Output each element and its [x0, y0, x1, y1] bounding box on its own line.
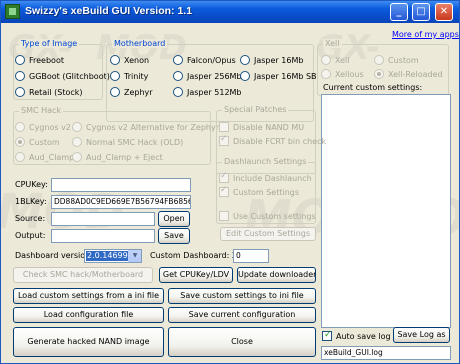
smc-hack-title: SMC Hack: [19, 106, 64, 115]
update-downloader-button[interactable]: Update downloader: [237, 267, 316, 283]
radio-jasper-512mb[interactable]: Jasper 512Mb: [173, 87, 242, 98]
radio-falcon-opus[interactable]: Falcon/Opus: [173, 55, 236, 66]
checkbox-mark-checked: [219, 134, 229, 146]
radio-mark: [72, 122, 82, 132]
more-apps-link[interactable]: More of my apps: [392, 30, 459, 39]
checkbox-mark-checked: ✓: [322, 330, 332, 341]
radio-mark: [321, 55, 331, 65]
radio-retail[interactable]: Retail (Stock): [15, 87, 83, 98]
radio-trinity[interactable]: Trinity: [110, 71, 148, 82]
get-cpukey-button[interactable]: Get CPUKey/LDV: [159, 267, 233, 283]
radio-mark: [72, 137, 82, 147]
save-config-button[interactable]: Save current configuration: [168, 307, 316, 323]
xell-title: Xell: [323, 39, 342, 48]
radio-mark: [15, 152, 25, 162]
title-bar[interactable]: Swizzy's xeBuild GUI Version: 1.1 _ □ ✕: [1, 1, 459, 23]
cpukey-input[interactable]: [51, 178, 191, 192]
custom-dashboard-input[interactable]: 0: [233, 249, 269, 263]
radio-mark: [240, 71, 250, 81]
radio-aud-clamp[interactable]: Aud_Clamp: [15, 152, 74, 163]
radio-mark: [173, 87, 183, 97]
source-label: Source:: [15, 214, 46, 223]
load-ini-button[interactable]: Load custom settings from a ini file: [13, 288, 164, 304]
save-button[interactable]: Save: [158, 228, 190, 244]
radio-mark: [15, 71, 25, 81]
log-file-input[interactable]: xeBuild_GUI.log: [321, 346, 451, 360]
dashboard-version-value: 2.0.14699.0: [86, 251, 136, 261]
radio-cygnos-v2-alt[interactable]: Cygnos v2 Alternative for Zephyr: [72, 122, 219, 133]
checkbox-disable-nand-mu[interactable]: Disable NAND MU: [219, 122, 304, 133]
radio-smc-custom[interactable]: Custom: [15, 137, 60, 148]
source-input[interactable]: [51, 212, 155, 226]
radio-xell-custom[interactable]: Custom: [374, 55, 419, 66]
chevron-down-icon[interactable]: ▼: [128, 250, 141, 262]
radio-xellous[interactable]: Xellous: [321, 69, 364, 80]
cpukey-label: CPUKey:: [15, 180, 48, 189]
radio-mark: [173, 71, 183, 81]
radio-mark: [374, 55, 384, 65]
window-title: Swizzy's xeBuild GUI Version: 1.1: [25, 5, 193, 17]
output-label: Output:: [15, 231, 46, 240]
radio-mark-selected: [15, 137, 25, 147]
1blkey-input[interactable]: DD88AD0C9ED669E7B56794FB68563EFA: [51, 195, 191, 209]
save-log-button[interactable]: Save Log as: [393, 327, 450, 343]
checkbox-custom-settings[interactable]: Custom Settings: [219, 185, 299, 198]
radio-cygnos-v2[interactable]: Cygnos v2: [15, 122, 71, 133]
1blkey-label: 1BLKey:: [15, 197, 47, 206]
radio-aud-clamp-eject[interactable]: Aud_Clamp + Eject: [72, 152, 163, 163]
radio-freeboot[interactable]: Freeboot: [15, 55, 64, 66]
close-button[interactable]: Close: [168, 327, 316, 357]
checkbox-mark: [219, 122, 229, 132]
radio-jasper-16mb[interactable]: Jasper 16Mb: [240, 55, 303, 66]
radio-mark: [110, 71, 120, 81]
generate-nand-button[interactable]: Generate hacked NAND image: [13, 327, 164, 357]
dashboard-version-label: Dashboard version:: [15, 251, 93, 260]
special-patches-title: Special Patches: [222, 105, 289, 114]
close-window-button[interactable]: ✕: [435, 3, 453, 21]
output-input[interactable]: [51, 229, 155, 243]
maximize-button[interactable]: □: [412, 3, 430, 21]
current-settings-label: Current custom settings:: [323, 83, 423, 92]
radio-mark: [15, 87, 25, 97]
radio-xell-reloaded[interactable]: Xell-Reloaded: [374, 69, 443, 80]
checkbox-mark-checked: [219, 171, 229, 183]
radio-xenon[interactable]: Xenon: [110, 55, 149, 66]
radio-mark: [173, 55, 183, 65]
dashboard-version-select[interactable]: 2.0.14699.0 ▼: [84, 249, 142, 263]
radio-mark-selected: [374, 69, 384, 79]
load-config-button[interactable]: Load configuration file: [13, 307, 164, 323]
edit-custom-settings-button[interactable]: Edit Custom Settings: [220, 227, 316, 241]
minimize-button[interactable]: _: [390, 3, 408, 21]
current-settings-panel[interactable]: [321, 94, 451, 328]
checkbox-mark: [219, 211, 229, 221]
radio-jasper-16mb-sb[interactable]: Jasper 16Mb SB: [240, 71, 317, 82]
radio-mark: [240, 55, 250, 65]
radio-jasper-256mb[interactable]: Jasper 256Mb: [173, 71, 242, 82]
radio-xell[interactable]: Xell: [321, 55, 350, 66]
checkbox-include-dashlaunch[interactable]: Include Dashlaunch: [219, 171, 312, 184]
radio-mark: [15, 122, 25, 132]
check-smc-button[interactable]: Check SMC hack/Motherboard: [13, 267, 153, 283]
save-ini-button[interactable]: Save custom settings to ini file: [168, 288, 316, 304]
app-icon: [5, 4, 20, 19]
type-of-image-title: Type of Image: [19, 39, 80, 48]
radio-mark: [72, 152, 82, 162]
client-area: GX- MOD GX- MOD MOD.COM Type of Image Fr…: [1, 24, 459, 362]
radio-mark: [15, 55, 25, 65]
application-window: Swizzy's xeBuild GUI Version: 1.1 _ □ ✕ …: [0, 0, 460, 364]
radio-mark: [110, 55, 120, 65]
radio-ggboot[interactable]: GGBoot (Glitchboot): [15, 71, 110, 82]
checkbox-disable-fcrt[interactable]: Disable FCRT bin check: [219, 134, 326, 147]
checkbox-mark-checked: [219, 185, 229, 197]
checkbox-use-custom-settings[interactable]: Use Custom settings: [219, 211, 316, 222]
radio-zephyr[interactable]: Zephyr: [110, 87, 153, 98]
open-button[interactable]: Open: [158, 211, 190, 227]
radio-normal-smc-hack[interactable]: Normal SMC Hack (OLD): [72, 137, 183, 148]
dashlaunch-title: Dashlaunch Settings: [222, 157, 309, 166]
radio-mark: [321, 69, 331, 79]
radio-mark: [110, 87, 120, 97]
motherboard-title: Motherboard: [112, 39, 168, 48]
